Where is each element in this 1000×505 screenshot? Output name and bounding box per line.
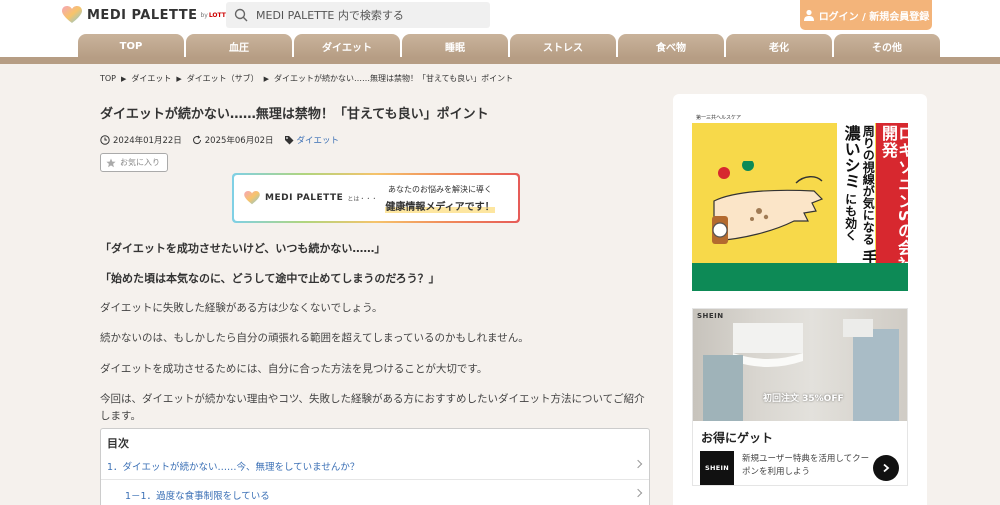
toc-item-label: 1－1．過度な食事制限をしている	[125, 491, 270, 502]
toc-item-label: 1．ダイエットが続かない……今、無理をしていませんか？	[107, 462, 360, 473]
nav-tab-top[interactable]: TOP	[78, 34, 184, 58]
nav-tab-other[interactable]: その他	[834, 34, 940, 58]
paragraph: ダイエットに失敗した経験がある方は少なくないでしょう。	[100, 302, 383, 314]
nav-tab-blood-pressure[interactable]: 血圧	[186, 34, 292, 58]
ad-copy-line: 周りの視線が気になる	[861, 125, 876, 245]
user-icon	[803, 9, 814, 21]
ad-company-label: 第一三共ヘルスケア	[692, 111, 908, 123]
ad-arrow-button[interactable]	[873, 455, 899, 481]
breadcrumb-arrow-icon: ▶	[176, 74, 182, 83]
breadcrumb-arrow-icon: ▶	[121, 74, 127, 83]
about-banner[interactable]: MEDI PALETTE とは・・・ あなたのお悩みを解決に導く 健康情報メディ…	[232, 173, 520, 223]
updated-date: 2025年06月02日	[192, 134, 274, 146]
breadcrumb-item-current: ダイエットが続かない……無理は禁物！「甘えても良い」ポイント	[274, 74, 514, 83]
table-of-contents: 目次 1．ダイエットが続かない……今、無理をしていませんか？ 1－1．過度な食事…	[100, 428, 650, 505]
login-button[interactable]: ログイン / 新規会員登録	[800, 0, 932, 30]
category-link[interactable]: ダイエット	[297, 134, 339, 146]
updated-date-text: 2025年06月02日	[204, 136, 274, 146]
toc-item[interactable]: 1．ダイエットが続かない……今、無理をしていませんか？	[101, 451, 649, 480]
nav-tab-diet[interactable]: ダイエット	[294, 34, 400, 58]
toc-title: 目次	[107, 437, 129, 450]
favorite-label: お気に入り	[120, 158, 160, 167]
favorite-button[interactable]: お気に入り	[100, 153, 168, 172]
published-date-text: 2024年01月22日	[113, 136, 182, 146]
banner-copy: あなたのお悩みを解決に導く 健康情報メディアです！	[385, 184, 495, 213]
ad-product-image: SHEIN 初回注文 35%OFF	[693, 309, 907, 421]
breadcrumb-arrow-icon: ▶	[263, 74, 270, 83]
ad-banner-loxonin[interactable]: 第一三共ヘルスケア 周りの視線が気になる 手の濃いシミ にも効く ロキソニンSの…	[692, 111, 908, 291]
site-logo[interactable]: MEDI PALETTE by LOTTE	[62, 5, 230, 25]
ad-promo-text: 初回注文 35%OFF	[763, 394, 844, 404]
paragraph: 今回は、ダイエットが続かない理由やコツ、失敗した経験がある方におすすめしたいダイ…	[100, 392, 645, 423]
search-input[interactable]	[256, 8, 476, 22]
nav-tab-aging[interactable]: 老化	[726, 34, 832, 58]
chevron-right-icon	[633, 459, 643, 469]
banner-toha: とは・・・	[347, 195, 378, 203]
banner-line2: 健康情報メディアです！	[385, 197, 495, 213]
hand-illustration	[712, 161, 824, 244]
clothing-illustration	[703, 319, 899, 421]
login-label: ログイン / 新規会員登録	[818, 11, 930, 23]
chevron-right-icon	[883, 463, 890, 473]
logo-text: MEDI PALETTE	[87, 7, 198, 23]
breadcrumb: TOP ▶ ダイエット ▶ ダイエット（サブ） ▶ ダイエットが続かない……無理…	[100, 73, 513, 84]
lead-quote: 「始めた頃は本気なのに、どうして途中で止めてしまうのだろう？」	[100, 272, 440, 285]
ad-banner-shein[interactable]: SHEIN 初回注文 35%OFF お得にゲット SHEIN 新規ユーザー特典を…	[692, 308, 908, 486]
search-icon	[234, 8, 248, 22]
ad-brand-label: SHEIN	[697, 312, 724, 320]
shein-logo: SHEIN	[700, 451, 734, 485]
category-tag[interactable]: ダイエット	[284, 134, 339, 146]
banner-line1: あなたのお悩みを解決に導く	[387, 184, 492, 194]
banner-logo-text: MEDI PALETTE	[265, 193, 344, 203]
ad-green-band	[692, 263, 908, 291]
logo-by: by	[200, 11, 208, 19]
article-meta: 2024年01月22日 2025年06月02日 ダイエット	[100, 134, 652, 146]
breadcrumb-item-top[interactable]: TOP	[100, 74, 116, 83]
ad-description: 新規ユーザー特典を活用してクーポンを利用しよう	[742, 454, 870, 477]
chevron-right-icon	[633, 488, 643, 498]
nav-tab-sleep[interactable]: 睡眠	[402, 34, 508, 58]
lead-quote: 「ダイエットを成功させたいけど、いつも続かない……」	[100, 242, 386, 255]
nav-tab-stress[interactable]: ストレス	[510, 34, 616, 58]
article: ダイエットが続かない……無理は禁物！「甘えても良い」ポイント 2024年01月2…	[100, 94, 652, 505]
heart-logo-icon	[244, 191, 260, 205]
breadcrumb-item-diet-sub[interactable]: ダイエット（サブ）	[187, 73, 259, 84]
category-nav: TOP 血圧 ダイエット 睡眠 ストレス 食べ物 老化 その他	[78, 34, 940, 58]
paragraph: ダイエットを成功させるためには、自分に合った方法を見つけることが大切です。	[100, 362, 488, 375]
star-icon	[106, 158, 116, 167]
ad-headline: お得にゲット	[701, 431, 774, 445]
site-header: MEDI PALETTE by LOTTE ログイン / 新規会員登録 TOP …	[0, 0, 1000, 64]
sidebar: 第一三共ヘルスケア 周りの視線が気になる 手の濃いシミ にも効く ロキソニンSの…	[673, 94, 927, 505]
tag-icon	[284, 136, 294, 145]
published-date: 2024年01月22日	[100, 134, 182, 146]
toc-item[interactable]: 1－1．過度な食事制限をしている	[101, 480, 649, 505]
breadcrumb-item-diet[interactable]: ダイエット	[131, 73, 171, 84]
page-title: ダイエットが続かない……無理は禁物！「甘えても良い」ポイント	[100, 107, 489, 122]
ad-copy-line: にも効く	[843, 193, 858, 242]
search-box[interactable]	[226, 2, 490, 28]
heart-logo-icon	[62, 6, 82, 23]
paragraph: 続かないのは、もしかしたら自分の頑張れる範囲を超えてしまっているのかもしれません…	[100, 332, 529, 345]
nav-divider	[0, 57, 1000, 64]
about-banner-inner: MEDI PALETTE とは・・・ あなたのお悩みを解決に導く 健康情報メディ…	[234, 175, 518, 221]
refresh-icon	[192, 135, 201, 145]
clock-icon	[100, 135, 110, 145]
nav-tab-food[interactable]: 食べ物	[618, 34, 724, 58]
article-body: 「ダイエットを成功させたいけど、いつも続かない……」 「始めた頃は本気なのに、ど…	[100, 240, 652, 439]
